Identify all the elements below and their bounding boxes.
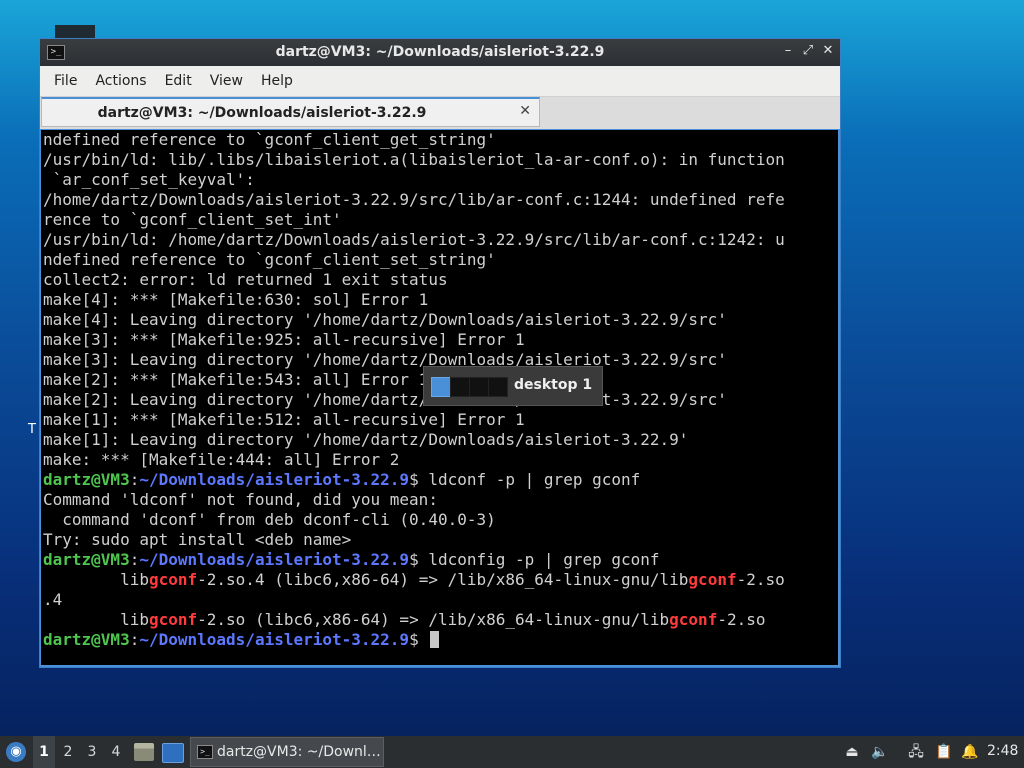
terminal-line: ndefined reference to `gconf_client_get_… xyxy=(43,130,496,149)
terminal-line: /usr/bin/ld: lib/.libs/libaisleriot.a(li… xyxy=(43,150,785,169)
terminal-tab[interactable]: dartz@VM3: ~/Downloads/aisleriot-3.22.9 … xyxy=(41,97,540,127)
terminal-line: dartz@VM3:~/Downloads/aisleriot-3.22.9$ … xyxy=(43,470,641,489)
terminal-line: Command 'ldconf' not found, did you mean… xyxy=(43,490,438,509)
terminal-line: collect2: error: ld returned 1 exit stat… xyxy=(43,270,448,289)
terminal-line: make[3]: Leaving directory '/home/dartz/… xyxy=(43,350,727,369)
terminal-line: .4 xyxy=(43,590,63,609)
clipboard-icon[interactable]: 📋 xyxy=(935,743,953,761)
terminal-line: libgconf-2.so (libc6,x86-64) => /lib/x86… xyxy=(43,610,766,629)
desktop-switch-osd: desktop 1 xyxy=(423,366,603,406)
terminal-line: /home/dartz/Downloads/aisleriot-3.22.9/s… xyxy=(43,190,785,209)
osd-workspace-1 xyxy=(431,377,451,397)
show-desktop-icon[interactable] xyxy=(162,743,184,763)
terminal-line: /usr/bin/ld: /home/dartz/Downloads/aisle… xyxy=(43,230,785,249)
minimize-button[interactable]: – xyxy=(780,43,796,59)
terminal-line: ndefined reference to `gconf_client_set_… xyxy=(43,250,496,269)
terminal-line: `ar_conf_set_keyval': xyxy=(43,170,255,189)
terminal-line: libgconf-2.so.4 (libc6,x86-64) => /lib/x… xyxy=(43,570,785,589)
terminal-line: make[3]: *** [Makefile:925: all-recursiv… xyxy=(43,330,525,349)
workspace-button-3[interactable]: 3 xyxy=(81,736,103,768)
terminal-line: make[1]: Leaving directory '/home/dartz/… xyxy=(43,430,689,449)
tab-close-icon[interactable]: ✕ xyxy=(519,103,531,119)
taskbar-terminal-task[interactable]: >_ dartz@VM3: ~/Downl… xyxy=(190,737,384,767)
terminal-line: Try: sudo apt install <deb name> xyxy=(43,530,352,549)
osd-workspace-4 xyxy=(488,377,508,397)
terminal-line: make: *** [Makefile:444: all] Error 2 xyxy=(43,450,400,469)
clock: 2:48 xyxy=(987,743,1019,759)
terminal-line: dartz@VM3:~/Downloads/aisleriot-3.22.9$ xyxy=(43,630,785,650)
volume-icon[interactable]: 🔈 xyxy=(871,743,889,761)
notification-icon[interactable]: 🔔 xyxy=(961,743,979,761)
terminal-window: >_ dartz@VM3: ~/Downloads/aisleriot-3.22… xyxy=(39,38,841,668)
workspace-button-4[interactable]: 4 xyxy=(105,736,127,768)
workspace-button-1[interactable]: 1 xyxy=(33,736,55,768)
menu-file[interactable]: File xyxy=(50,66,81,96)
menu-help[interactable]: Help xyxy=(257,66,297,96)
tab-bar: dartz@VM3: ~/Downloads/aisleriot-3.22.9 … xyxy=(40,97,840,129)
maximize-button[interactable]: ⤢ xyxy=(800,43,816,59)
osd-workspace-2 xyxy=(450,377,470,397)
terminal-line: command 'dconf' from deb dconf-cli (0.40… xyxy=(43,510,496,529)
workspace-button-2[interactable]: 2 xyxy=(57,736,79,768)
network-icon[interactable]: 🖧 xyxy=(907,743,925,761)
menu-bar: File Actions Edit View Help xyxy=(40,66,840,97)
desktop-text-fragment: T xyxy=(28,422,36,437)
taskbar: ◉ 1 2 3 4 >_ dartz@VM3: ~/Downl… ⏏ 🔈 🖧 📋… xyxy=(0,736,1024,768)
terminal-line: make[4]: *** [Makefile:630: sol] Error 1 xyxy=(43,290,429,309)
terminal-line: rence to `gconf_client_set_int' xyxy=(43,210,342,229)
terminal-line: make[2]: Leaving directory '/home/dartz/… xyxy=(43,390,727,409)
desktop-window-shadow xyxy=(55,25,95,39)
terminal-line: make[1]: *** [Makefile:512: all-recursiv… xyxy=(43,410,525,429)
close-button[interactable]: ✕ xyxy=(820,43,836,59)
menu-edit[interactable]: Edit xyxy=(161,66,196,96)
start-menu-icon[interactable]: ◉ xyxy=(6,742,26,762)
osd-workspace-3 xyxy=(469,377,489,397)
window-titlebar[interactable]: >_ dartz@VM3: ~/Downloads/aisleriot-3.22… xyxy=(40,39,840,66)
window-title: dartz@VM3: ~/Downloads/aisleriot-3.22.9 xyxy=(275,44,605,60)
terminal-icon: >_ xyxy=(197,745,213,759)
terminal-text: ndefined reference to `gconf_client_get_… xyxy=(43,130,785,650)
terminal-line: make[4]: Leaving directory '/home/dartz/… xyxy=(43,310,727,329)
eject-icon[interactable]: ⏏ xyxy=(843,743,861,761)
osd-label: desktop 1 xyxy=(514,377,593,393)
tab-title: dartz@VM3: ~/Downloads/aisleriot-3.22.9 xyxy=(97,105,427,121)
menu-view[interactable]: View xyxy=(206,66,247,96)
terminal-cursor xyxy=(430,631,440,648)
terminal-line: dartz@VM3:~/Downloads/aisleriot-3.22.9$ … xyxy=(43,550,660,569)
terminal-line: make[2]: *** [Makefile:543: all] Error 1 xyxy=(43,370,429,389)
task-label: dartz@VM3: ~/Downl… xyxy=(217,744,381,760)
menu-actions[interactable]: Actions xyxy=(91,66,150,96)
file-manager-icon[interactable] xyxy=(134,743,154,761)
